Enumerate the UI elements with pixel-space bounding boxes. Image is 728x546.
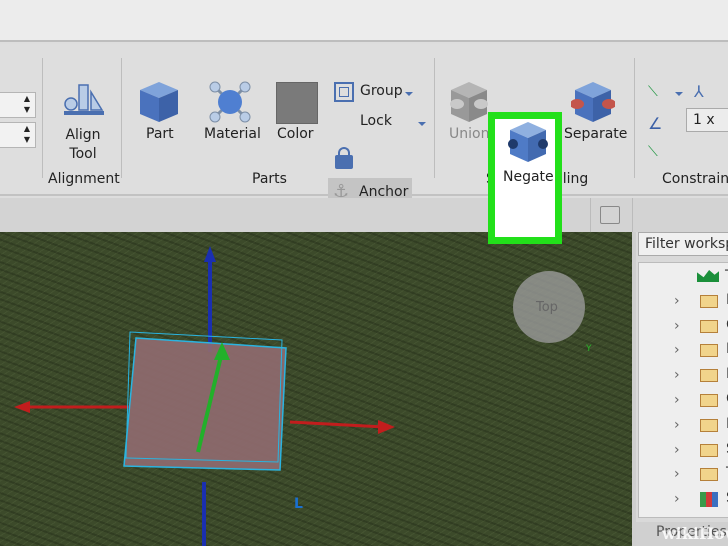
folder-icon — [700, 394, 718, 407]
tree-item[interactable]: ›S — [674, 438, 728, 463]
constraints-group-label: Constraints — [662, 171, 728, 187]
joint-icon[interactable]: ⅄ — [694, 82, 704, 101]
spinner-2[interactable]: ▲ ▼ — [0, 122, 36, 148]
expand-chevron-icon[interactable]: › — [674, 342, 680, 358]
expand-chevron-icon[interactable]: › — [674, 318, 680, 334]
part-button[interactable]: Part — [146, 126, 174, 142]
view-cube-y-label: Y — [586, 344, 592, 354]
separate-icon — [570, 80, 616, 128]
folder-icon — [700, 418, 718, 432]
tree-item[interactable]: ›I — [674, 413, 728, 438]
negate-highlight-box: Negate — [488, 112, 562, 244]
weld-constraint-icon[interactable]: ⟍ — [648, 84, 658, 100]
color-button[interactable]: Color — [277, 126, 314, 142]
align-tool-icon — [62, 80, 106, 118]
scale-input[interactable]: 1 x — [686, 108, 728, 132]
tree-item[interactable]: ›C — [674, 388, 728, 413]
tree-item[interactable]: ›I — [674, 338, 728, 363]
align-tool-button[interactable]: Align Tool — [50, 126, 116, 164]
expand-chevron-icon[interactable]: › — [674, 466, 680, 482]
union-button[interactable]: Union — [449, 126, 489, 142]
tree-item[interactable]: ›I — [674, 363, 728, 388]
terrain-icon — [697, 270, 719, 282]
lock-button[interactable]: Lock — [360, 113, 392, 129]
folder-icon — [700, 319, 718, 333]
expand-chevron-icon[interactable]: › — [674, 293, 680, 309]
view-cube-top-label[interactable]: Top — [536, 300, 558, 315]
tree-item[interactable]: ›T — [674, 462, 728, 487]
part-cube-icon — [138, 80, 180, 128]
parts-group-label: Parts — [252, 171, 287, 187]
alignment-group-label: Alignment — [48, 171, 120, 187]
tree-item[interactable]: ›C — [674, 314, 728, 339]
constraint-icon-3[interactable]: ⟍ — [648, 144, 658, 160]
expand-chevron-icon[interactable]: › — [674, 417, 680, 433]
material-button[interactable]: Material — [204, 126, 261, 142]
3d-viewport[interactable]: Top Y L — [0, 232, 632, 546]
model-icon — [700, 492, 718, 508]
folder-icon — [700, 369, 718, 383]
expand-chevron-icon[interactable]: › — [674, 491, 680, 507]
negate-button[interactable]: Negate — [503, 169, 554, 185]
union-icon — [449, 80, 489, 128]
explorer-panel: Filter workspace T Properties ›I›C›I›I›C… — [632, 232, 728, 546]
folder-icon — [700, 468, 718, 482]
expand-chevron-icon[interactable]: › — [674, 367, 680, 383]
selected-part — [124, 338, 286, 470]
folder-icon — [700, 294, 718, 308]
folder-icon — [700, 344, 718, 358]
expand-chevron-icon[interactable]: › — [674, 392, 680, 408]
group-button[interactable]: Group — [360, 83, 403, 99]
wikihow-watermark: wikiHow — [662, 524, 728, 543]
ribbon-toolbar: ▲ ▼ ▲ ▼ Align Tool Alignment Part Material… — [0, 44, 728, 244]
device-emulator-icon[interactable] — [600, 206, 620, 224]
tree-item[interactable]: ›S — [674, 487, 728, 512]
expand-chevron-icon[interactable]: › — [674, 442, 680, 458]
negate-icon — [508, 120, 548, 168]
draw-constraint-icon[interactable]: ∠ — [648, 114, 662, 133]
filter-workspace-input[interactable]: Filter workspace — [638, 232, 728, 256]
tab-bar — [0, 198, 728, 232]
title-bar — [0, 0, 728, 42]
tree-item-terrain[interactable]: T — [639, 265, 728, 290]
folder-icon — [700, 443, 718, 457]
material-icon — [208, 80, 252, 128]
spinner-1[interactable]: ▲ ▼ — [0, 92, 36, 118]
group-icon — [334, 82, 354, 102]
color-swatch-icon — [276, 82, 318, 124]
axis-l-label: L — [294, 496, 303, 512]
tree-item[interactable]: ›I — [674, 289, 728, 314]
separate-button[interactable]: Separate — [564, 126, 627, 142]
